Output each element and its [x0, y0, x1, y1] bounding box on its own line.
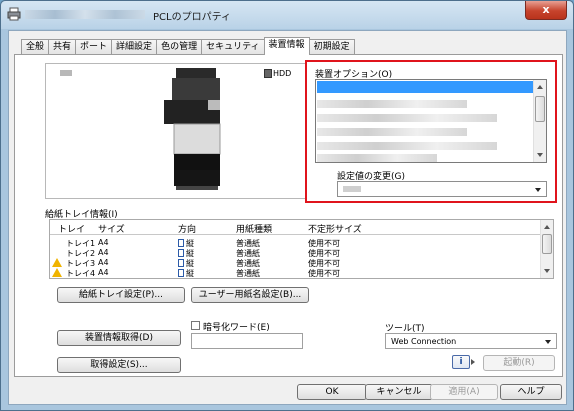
- encryption-word-input[interactable]: [191, 333, 303, 349]
- get-settings-button[interactable]: 取得設定(S)...: [57, 357, 181, 373]
- tools-select[interactable]: Web Connection: [385, 333, 557, 349]
- pin-icon: [471, 359, 475, 365]
- portrait-icon: [178, 249, 184, 257]
- device-options-group: 装置オプション(O) 設定値の変更(G): [305, 60, 557, 203]
- close-button[interactable]: x: [525, 1, 567, 20]
- hdd-icon: [264, 69, 272, 78]
- tab-general[interactable]: 全般: [21, 39, 50, 55]
- portrait-icon: [178, 259, 184, 267]
- scroll-down-icon[interactable]: [544, 269, 550, 273]
- option-row[interactable]: [317, 154, 437, 162]
- tray-table-scrollbar[interactable]: [540, 220, 553, 278]
- title-bar[interactable]: PCLのプロパティ x: [1, 1, 573, 29]
- tray-number-2: 2: [168, 175, 172, 183]
- scroll-up-icon[interactable]: [544, 225, 550, 229]
- tab-device-info[interactable]: 装置情報: [263, 37, 310, 55]
- warning-icon: [52, 258, 62, 267]
- help-button[interactable]: ヘルプ: [500, 384, 562, 400]
- tab-sharing[interactable]: 共有: [48, 39, 77, 55]
- tab-security[interactable]: セキュリティ: [201, 39, 265, 55]
- portrait-icon: [178, 239, 184, 247]
- ok-button[interactable]: OK: [297, 384, 367, 400]
- options-scrollbar[interactable]: [533, 80, 546, 162]
- apply-button[interactable]: 適用(A): [430, 384, 498, 400]
- selected-option-row[interactable]: [317, 81, 534, 93]
- hdd-label: HDD: [273, 69, 292, 78]
- tray-settings-button[interactable]: 給紙トレイ設定(P)...: [57, 287, 185, 303]
- tab-default-settings[interactable]: 初期設定: [308, 39, 355, 55]
- cancel-button[interactable]: キャンセル: [365, 384, 433, 400]
- tools-selected-value: Web Connection: [391, 337, 457, 346]
- model-name-redacted: [60, 70, 72, 76]
- setting-value-redacted: [343, 186, 361, 192]
- option-row[interactable]: [317, 128, 467, 136]
- get-device-info-button[interactable]: 装置情報取得(D): [57, 330, 181, 346]
- warning-icon: [52, 268, 62, 277]
- device-info-pane: HDD 1 2 装置オプション(O) 設定値の変更(G) 給紙トレイ情報(I) …: [14, 54, 563, 377]
- tab-ports[interactable]: ポート: [75, 39, 113, 55]
- paper-tray-table[interactable]: トレイ サイズ 方向 用紙種類 不定形サイズ トレイ1 A4 縦 普通紙 使用不…: [49, 219, 554, 279]
- printer-icon: [7, 7, 21, 21]
- launch-button[interactable]: 起動(R): [483, 355, 555, 371]
- scroll-down-icon[interactable]: [537, 153, 543, 157]
- scroll-up-icon[interactable]: [537, 85, 543, 89]
- info-icon[interactable]: i: [452, 355, 470, 369]
- dialog-client: 全般 共有 ポート 詳細設定 色の管理 セキュリティ 装置情報 初期設定 HDD: [8, 30, 567, 405]
- tray-number-1: 1: [168, 159, 172, 167]
- encryption-checkbox[interactable]: [191, 321, 200, 330]
- option-row[interactable]: [317, 114, 497, 122]
- encryption-label: 暗号化ワード(E): [203, 323, 270, 333]
- option-row[interactable]: [317, 142, 497, 150]
- device-preview: HDD 1 2: [45, 63, 307, 199]
- scroll-thumb[interactable]: [542, 234, 552, 254]
- hdd-indicator: HDD: [264, 69, 291, 78]
- tab-color-management[interactable]: 色の管理: [156, 39, 203, 55]
- option-row[interactable]: [317, 100, 467, 108]
- properties-window: PCLのプロパティ x 全般 共有 ポート 詳細設定 色の管理 セキュリティ 装…: [0, 0, 574, 411]
- window-title: PCLのプロパティ: [153, 12, 231, 23]
- tab-strip: 全般 共有 ポート 詳細設定 色の管理 セキュリティ 装置情報 初期設定: [21, 37, 355, 55]
- chevron-down-icon: [535, 188, 541, 192]
- printer-name-redacted: [25, 10, 145, 19]
- chevron-down-icon: [545, 340, 551, 344]
- tab-advanced[interactable]: 詳細設定: [111, 39, 158, 55]
- portrait-icon: [178, 269, 184, 277]
- setting-value-select[interactable]: [337, 181, 547, 197]
- user-paper-name-button[interactable]: ユーザー用紙名設定(B)...: [191, 287, 309, 303]
- printer-illustration: 1 2: [164, 68, 221, 190]
- device-options-list[interactable]: [315, 79, 547, 163]
- scroll-thumb[interactable]: [535, 96, 545, 122]
- header-divider: [50, 234, 540, 235]
